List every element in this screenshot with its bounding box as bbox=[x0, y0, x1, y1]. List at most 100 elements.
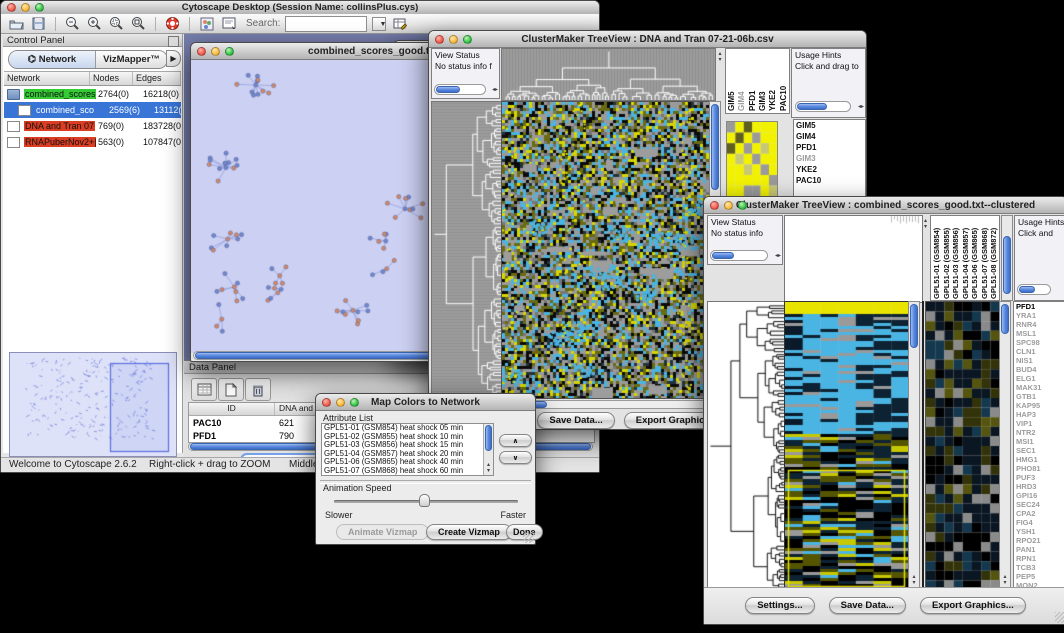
tv2-gene-list[interactable]: PFD1YRA1RNR4MSL1SPC98CLN1NIS1BUD4ELG1MAK… bbox=[1013, 301, 1064, 589]
zoom-selected-icon[interactable] bbox=[108, 16, 125, 32]
treeview2-titlebar[interactable]: ClusterMaker TreeView : combined_scores_… bbox=[704, 197, 1064, 214]
tv2-zoom-heatmap[interactable] bbox=[925, 301, 1000, 591]
close-button[interactable] bbox=[322, 398, 331, 407]
slider-thumb[interactable] bbox=[419, 494, 430, 507]
create-vizmap-button[interactable]: Create Vizmap bbox=[426, 524, 512, 540]
tv1-row-dendrogram[interactable] bbox=[431, 101, 502, 399]
tv2-status-scrollbar[interactable] bbox=[710, 250, 768, 261]
tv2-gene-item[interactable]: RPO21 bbox=[1014, 536, 1064, 545]
tv1-summary-heatmap[interactable] bbox=[726, 121, 778, 197]
attr-scroll-arrows[interactable]: ▴▾ bbox=[484, 462, 493, 474]
treeview1-titlebar[interactable]: ClusterMaker TreeView : DNA and Tran 07-… bbox=[429, 31, 866, 48]
tv2-action-button[interactable]: Save Data... bbox=[829, 597, 906, 614]
tv2-gene-item[interactable]: YSH1 bbox=[1014, 527, 1064, 536]
tv2-gene-item[interactable]: RNR4 bbox=[1014, 320, 1064, 329]
zoom-button[interactable] bbox=[463, 35, 472, 44]
zoom-button[interactable] bbox=[738, 201, 747, 210]
close-button[interactable] bbox=[197, 47, 206, 56]
tv2-gene-item[interactable]: FIG4 bbox=[1014, 518, 1064, 527]
tv2-gene-item[interactable]: HAP3 bbox=[1014, 410, 1064, 419]
close-button[interactable] bbox=[710, 201, 719, 210]
tv1-gene-item[interactable]: PAC10 bbox=[794, 175, 865, 186]
tv2-heatmap-vscrollbar[interactable]: ▴▾ bbox=[908, 301, 920, 589]
search-input[interactable] bbox=[285, 16, 367, 32]
tab-vizmapper[interactable]: VizMapper™ bbox=[95, 51, 167, 68]
delete-attribute-icon[interactable] bbox=[245, 378, 271, 401]
network-table-row[interactable]: RNAPuberNov2+| 563(0) 107847(0) bbox=[4, 134, 181, 150]
tv2-gene-item[interactable]: PHO81 bbox=[1014, 464, 1064, 473]
tv2-gene-item[interactable]: NIS1 bbox=[1014, 356, 1064, 365]
tv2-gene-item[interactable]: VIP1 bbox=[1014, 419, 1064, 428]
table-view-icon[interactable] bbox=[191, 378, 217, 401]
zoom-button[interactable] bbox=[35, 3, 44, 12]
tv2-column-dendrogram[interactable] bbox=[784, 215, 923, 303]
tv2-gene-item[interactable]: YRA1 bbox=[1014, 311, 1064, 320]
tv1-gene-item[interactable]: YKE2 bbox=[794, 164, 865, 175]
main-titlebar[interactable]: Cytoscape Desktop (Session Name: collins… bbox=[1, 1, 599, 15]
tv1-hints-scroll-arrows[interactable]: ◂▸ bbox=[858, 104, 864, 110]
tv1-gene-item[interactable]: GIM4 bbox=[794, 131, 865, 142]
tv2-gene-item[interactable]: SPC98 bbox=[1014, 338, 1064, 347]
zoom-out-icon[interactable] bbox=[64, 16, 81, 32]
tv2-gene-item[interactable]: SEC24 bbox=[1014, 500, 1064, 509]
tv1-column-dendrogram[interactable] bbox=[501, 48, 716, 101]
tab-network[interactable]: ⌬ Network bbox=[9, 51, 95, 68]
tv2-gene-item[interactable]: PEP5 bbox=[1014, 572, 1064, 581]
tv2-gene-item[interactable]: MAK31 bbox=[1014, 383, 1064, 392]
tv1-mini-scroll-arrows[interactable]: ▴▾ bbox=[716, 51, 724, 63]
tv2-split-divider[interactable] bbox=[922, 301, 924, 589]
open-session-icon[interactable] bbox=[8, 16, 25, 32]
network-table-row[interactable]: combined_sco 2569(6) 13112(15) bbox=[4, 102, 181, 118]
tv2-gene-item[interactable]: GTB1 bbox=[1014, 392, 1064, 401]
tv2-gene-item[interactable]: MSI1 bbox=[1014, 437, 1064, 446]
tv2-gene-item[interactable]: KAP95 bbox=[1014, 401, 1064, 410]
attribute-editor-icon[interactable] bbox=[391, 16, 408, 32]
attribute-listbox[interactable]: GPL51-01 (GSM854) heat shock 05 minGPL51… bbox=[321, 423, 494, 476]
tv1-heatmap[interactable] bbox=[501, 101, 710, 399]
tv2-gene-item[interactable]: SEC1 bbox=[1014, 446, 1064, 455]
animate-vizmap-button[interactable]: Animate Vizmap bbox=[336, 524, 429, 540]
zoom-fit-icon[interactable] bbox=[130, 16, 147, 32]
help-lifering-icon[interactable] bbox=[164, 16, 181, 32]
tv1-gene-item[interactable]: GIM3 bbox=[794, 153, 865, 164]
tv1-gene-item[interactable]: PFD1 bbox=[794, 142, 865, 153]
move-up-button[interactable]: ∧ bbox=[499, 434, 532, 447]
tv2-status-scroll-arrows[interactable]: ◂▸ bbox=[775, 253, 781, 259]
tv2-gene-item[interactable]: MSL1 bbox=[1014, 329, 1064, 338]
vizmapper-icon[interactable] bbox=[198, 16, 215, 32]
save-session-icon[interactable] bbox=[30, 16, 47, 32]
birdseye-view[interactable] bbox=[9, 352, 177, 457]
tv2-gene-item[interactable]: TCB3 bbox=[1014, 563, 1064, 572]
zoom-in-icon[interactable] bbox=[86, 16, 103, 32]
tv1-status-scrollbar[interactable] bbox=[434, 84, 486, 95]
tv2-vscroll-arrows[interactable]: ▴▾ bbox=[909, 574, 919, 586]
minimize-button[interactable] bbox=[21, 3, 30, 12]
resize-grip[interactable] bbox=[1055, 612, 1064, 623]
tv2-gene-item[interactable]: BUD4 bbox=[1014, 365, 1064, 374]
tv2-gene-item[interactable]: RPN1 bbox=[1014, 554, 1064, 563]
network-table-row[interactable]: combined_scores_ 2764(0) 16218(0) bbox=[4, 86, 181, 102]
close-button[interactable] bbox=[435, 35, 444, 44]
tv1-gene-item[interactable]: GIM5 bbox=[794, 120, 865, 131]
tv2-gene-item[interactable]: GPI16 bbox=[1014, 491, 1064, 500]
attribute-item[interactable]: GPL51-07 (GSM868) heat shock 60 min bbox=[322, 467, 493, 476]
tv1-action-button[interactable]: Save Data... bbox=[537, 412, 614, 429]
tv2-labels-vscrollbar[interactable] bbox=[1001, 215, 1013, 301]
dialog-titlebar[interactable]: Map Colors to Network bbox=[316, 394, 535, 411]
float-panel-icon[interactable] bbox=[168, 36, 179, 47]
minimize-button[interactable] bbox=[211, 47, 220, 56]
tv2-row-dendrogram[interactable] bbox=[707, 301, 785, 591]
attribute-list-vscrollbar[interactable]: ▴▾ bbox=[483, 424, 493, 475]
tv2-gene-item[interactable]: CPA2 bbox=[1014, 509, 1064, 518]
tv2-zoom-vscroll-arrows[interactable]: ▴▾ bbox=[1000, 574, 1010, 586]
zoom-button[interactable] bbox=[350, 398, 359, 407]
minimize-button[interactable] bbox=[336, 398, 345, 407]
tv2-zoom-vscrollbar[interactable]: ▴▾ bbox=[999, 301, 1011, 589]
dialog-resize-grip[interactable] bbox=[523, 532, 534, 543]
tv2-action-button[interactable]: Export Graphics... bbox=[920, 597, 1026, 614]
tv2-gene-item[interactable]: ELG1 bbox=[1014, 374, 1064, 383]
tv1-hints-scrollbar[interactable] bbox=[795, 101, 851, 112]
minimize-button[interactable] bbox=[449, 35, 458, 44]
close-button[interactable] bbox=[7, 3, 16, 12]
tv2-gene-item[interactable]: HMG1 bbox=[1014, 455, 1064, 464]
